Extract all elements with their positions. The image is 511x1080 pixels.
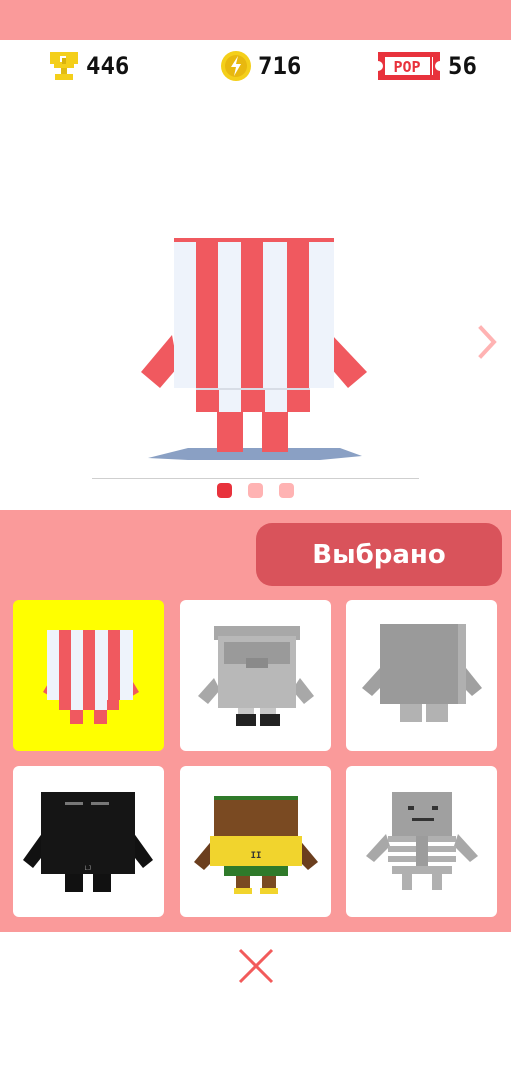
close-x-icon[interactable] [236, 946, 276, 986]
burger-badge: II [251, 851, 262, 861]
character-card-gray-robot[interactable] [180, 600, 331, 751]
chevron-right-icon[interactable] [470, 324, 504, 360]
trophy-count: 446 [86, 52, 130, 80]
skeleton-thumb [366, 792, 478, 890]
pop-stat: POP 56 [376, 50, 477, 82]
gray-box-thumb [362, 624, 482, 722]
character-preview[interactable] [0, 92, 511, 510]
character-card-burger[interactable]: II [180, 766, 331, 917]
page-dot[interactable] [248, 483, 263, 498]
burger-thumb: II [194, 796, 318, 894]
popcorn-box-thumb [43, 630, 139, 724]
bottom-bar [0, 932, 511, 1080]
coin-stat: 716 [220, 50, 301, 82]
preview-divider [92, 478, 419, 479]
page-dot[interactable] [279, 483, 294, 498]
character-panel: Выбрано LJ II [0, 510, 511, 932]
coin-icon [221, 51, 251, 81]
pop-ticket-icon: POP [378, 52, 440, 80]
stats-bar: 446 716 POP 56 [0, 40, 511, 92]
pop-ticket-text: POP [393, 58, 420, 76]
page-dot-active[interactable] [217, 483, 232, 498]
page-indicator [0, 483, 511, 499]
character-card-skeleton[interactable] [346, 766, 497, 917]
gray-robot-thumb [198, 626, 314, 726]
black-cube-thumb: LJ [23, 792, 153, 892]
selected-button[interactable]: Выбрано [256, 523, 502, 586]
trophy-icon [50, 52, 78, 80]
character-card-gray-box[interactable] [346, 600, 497, 751]
black-cube-badge: LJ [84, 865, 91, 872]
character-card-black-cube[interactable]: LJ [13, 766, 164, 917]
popcorn-box-character [141, 238, 367, 460]
coin-count: 716 [258, 52, 302, 80]
top-bar [0, 0, 511, 40]
trophy-stat: 446 [48, 50, 129, 82]
character-card-popcorn[interactable] [13, 600, 164, 751]
pop-count: 56 [448, 52, 477, 80]
